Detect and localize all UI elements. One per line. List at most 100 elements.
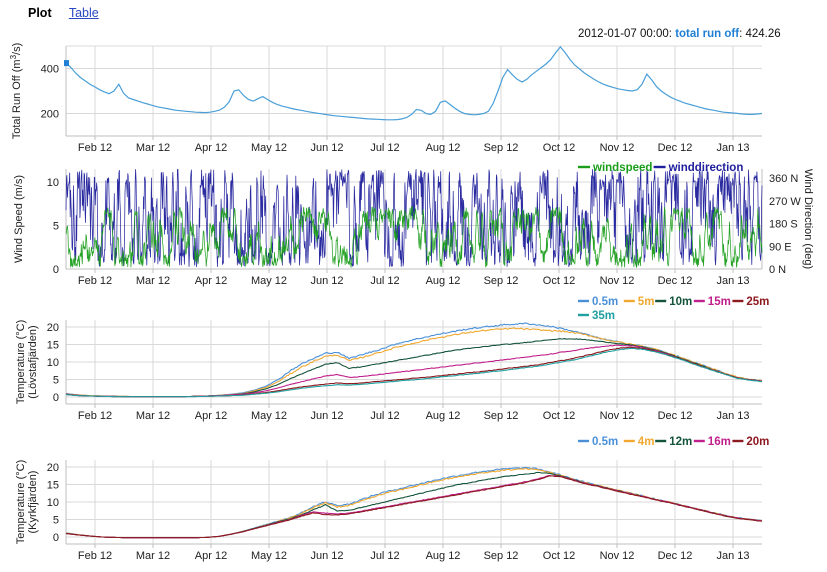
x-tick-label: Jan 13 bbox=[716, 142, 749, 154]
temperature-line bbox=[65, 475, 763, 539]
x-tick-label: Jun 12 bbox=[310, 410, 343, 422]
x-tick-label: Jan 13 bbox=[716, 410, 749, 422]
legend-item[interactable]: 10m bbox=[655, 296, 692, 308]
x-tick-label: Jul 12 bbox=[370, 275, 399, 287]
y-axis-label-line1: Temperature (°C) bbox=[15, 460, 27, 544]
legend-label: 16m bbox=[708, 436, 731, 448]
legend-item[interactable]: 25m bbox=[732, 296, 769, 308]
legend-label: 12m bbox=[669, 436, 692, 448]
x-tick-label: Nov 12 bbox=[600, 142, 635, 154]
y-tick-label: 0 bbox=[53, 264, 59, 276]
y-tick-label: 10 bbox=[47, 357, 59, 369]
wind-chart-svg: 0 5 10 0 N 90 E 180 S 270 W 360 N Feb 12 Mar 12 Ap… bbox=[13, 162, 814, 287]
x-tick-label: Dec 12 bbox=[658, 550, 693, 562]
y2-tick-label: 90 E bbox=[769, 241, 792, 253]
temperature-line bbox=[65, 346, 763, 398]
legend-label: 5m bbox=[638, 296, 655, 308]
legend-item[interactable]: 20m bbox=[732, 436, 769, 448]
x-tick-label: Sep 12 bbox=[484, 410, 519, 422]
tab-plot[interactable]: Plot bbox=[28, 6, 52, 20]
x-tick-label: Oct 12 bbox=[543, 275, 575, 287]
x-tick-label: Mar 12 bbox=[136, 410, 170, 422]
x-tick-label: Aug 12 bbox=[426, 550, 461, 562]
chart-panel-wind: 0 5 10 0 N 90 E 180 S 270 W 360 N Feb 12 Mar 12 Ap… bbox=[0, 157, 827, 292]
legend-item[interactable]: 35m bbox=[578, 310, 615, 322]
x-tick-label: Jul 12 bbox=[370, 410, 399, 422]
legend-item[interactable]: 0.5m bbox=[578, 296, 618, 308]
x-tick-label: May 12 bbox=[251, 410, 287, 422]
x-tick-label: Apr 12 bbox=[195, 275, 227, 287]
x-tick-label: Dec 12 bbox=[658, 275, 693, 287]
x-tick-label: Apr 12 bbox=[195, 550, 227, 562]
x-tick-label: Dec 12 bbox=[658, 142, 693, 154]
x-tick-label: Jul 12 bbox=[370, 550, 399, 562]
temperature-line bbox=[65, 467, 763, 539]
y-tick-label: 10 bbox=[47, 177, 59, 189]
y-axis-label-line1: Temperature (°C) bbox=[15, 320, 27, 404]
x-tick-label: Mar 12 bbox=[136, 550, 170, 562]
legend-label: 0.5m bbox=[592, 296, 618, 308]
chart-panel-temp-lovstafjarden: 0 5 10 15 20 Feb 12 Mar 12 Apr 12 May 12 Jun 12 Ju… bbox=[0, 292, 827, 432]
legend-label: 4m bbox=[638, 436, 655, 448]
legend-label: windspeed bbox=[592, 162, 652, 174]
legend-item[interactable]: 12m bbox=[655, 436, 692, 448]
x-tick-label: Nov 12 bbox=[600, 550, 635, 562]
x-tick-label: Feb 12 bbox=[78, 410, 112, 422]
runoff-line bbox=[65, 45, 763, 121]
x-tick-label: Apr 12 bbox=[195, 142, 227, 154]
x-tick-label: Jun 12 bbox=[310, 142, 343, 154]
legend-label: 20m bbox=[746, 436, 769, 448]
x-tick-label: Jul 12 bbox=[370, 142, 399, 154]
y-tick-label: 200 bbox=[41, 109, 59, 121]
legend-item[interactable]: 16m bbox=[693, 436, 731, 448]
x-tick-label: Jan 13 bbox=[716, 275, 749, 287]
y2-axis-label: Wind Direction (deg) bbox=[802, 169, 814, 269]
legend-item[interactable]: windspeed bbox=[578, 162, 652, 174]
runoff-chart-svg: 200 400 Feb 12 Mar 12 Apr 12 May 12 Jun 12 Jul … bbox=[9, 28, 781, 154]
x-tick-label: Jun 12 bbox=[310, 275, 343, 287]
x-tick-label: May 12 bbox=[251, 142, 287, 154]
y2-tick-label: 270 W bbox=[769, 196, 801, 208]
x-tick-label: Apr 12 bbox=[195, 410, 227, 422]
tab-table[interactable]: Table bbox=[69, 6, 99, 20]
legend-item[interactable]: 0.5m bbox=[578, 436, 618, 448]
x-tick-label: Sep 12 bbox=[484, 550, 519, 562]
x-tick-label: Aug 12 bbox=[426, 410, 461, 422]
chart-panel-temp-kyrkfjarden: 0 5 10 15 20 Feb 12 Mar 12 Apr 12 May 12 Jun 12 Ju… bbox=[0, 432, 827, 572]
y-tick-label: 15 bbox=[47, 480, 59, 492]
temperature-line bbox=[65, 322, 763, 398]
temperature-kyrkfjarden-chart-svg: 0 5 10 15 20 Feb 12 Mar 12 Apr 12 May 12 Jun 12 Ju… bbox=[15, 436, 769, 562]
x-tick-label: Nov 12 bbox=[600, 410, 635, 422]
y-tick-label: 5 bbox=[53, 515, 59, 527]
y-tick-label: 20 bbox=[47, 322, 59, 334]
legend-item[interactable]: 15m bbox=[693, 296, 731, 308]
x-tick-label: Dec 12 bbox=[658, 410, 693, 422]
x-tick-label: Mar 12 bbox=[136, 275, 170, 287]
legend-item[interactable]: 5m bbox=[623, 296, 655, 308]
x-tick-label: Sep 12 bbox=[484, 142, 519, 154]
legend-label: 15m bbox=[708, 296, 731, 308]
legend-label: 10m bbox=[669, 296, 692, 308]
tab-bar[interactable]: Plot Table bbox=[0, 0, 827, 24]
legend-item[interactable]: 4m bbox=[623, 436, 655, 448]
tooltip: 2012-01-07 00:00: total run off: 424.26 bbox=[578, 28, 781, 40]
legend-label: winddirection bbox=[668, 162, 744, 174]
x-tick-label: May 12 bbox=[251, 550, 287, 562]
y-tick-label: 5 bbox=[53, 221, 59, 233]
y-tick-label: 0 bbox=[53, 532, 59, 544]
y-axis-label: Total Run Off (m3/s) bbox=[9, 43, 23, 140]
x-tick-label: May 12 bbox=[251, 275, 287, 287]
y2-tick-label: 360 N bbox=[769, 173, 798, 185]
x-tick-label: Feb 12 bbox=[78, 275, 112, 287]
x-tick-label: Oct 12 bbox=[543, 410, 575, 422]
x-tick-label: Nov 12 bbox=[600, 275, 635, 287]
x-tick-label: Jan 13 bbox=[716, 550, 749, 562]
y-tick-label: 20 bbox=[47, 462, 59, 474]
y-tick-label: 10 bbox=[47, 497, 59, 509]
legend-label: 0.5m bbox=[592, 436, 618, 448]
temperature-line bbox=[65, 347, 762, 398]
x-tick-label: Jun 12 bbox=[310, 550, 343, 562]
y-tick-label: 400 bbox=[41, 64, 59, 76]
y2-tick-label: 0 N bbox=[769, 264, 786, 276]
x-tick-label: Aug 12 bbox=[426, 142, 461, 154]
